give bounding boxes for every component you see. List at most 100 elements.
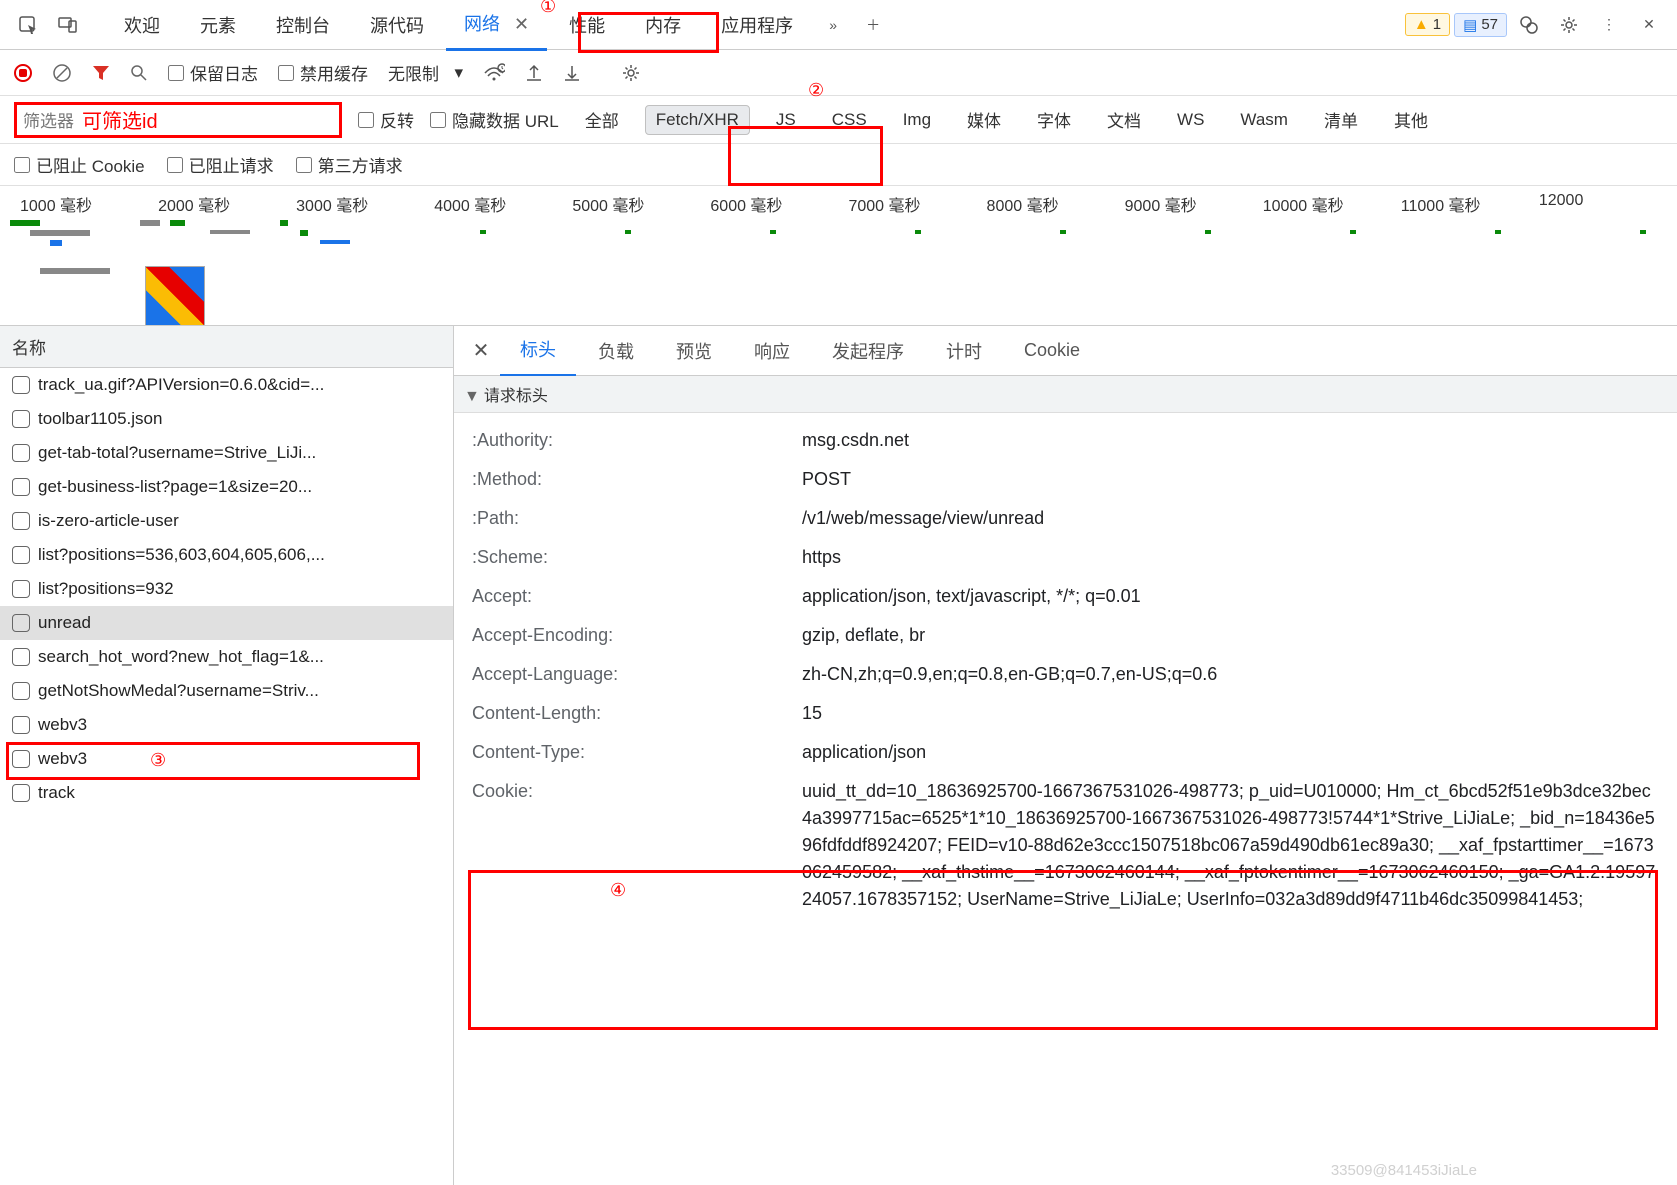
- request-row[interactable]: list?positions=932: [0, 572, 453, 606]
- search-icon[interactable]: [130, 64, 148, 82]
- export-icon[interactable]: [563, 64, 581, 82]
- tick: 11000 毫秒: [1401, 192, 1539, 216]
- filter-row: 筛选器 可筛选id 反转 隐藏数据 URL 全部 Fetch/XHR JS CS…: [0, 96, 1677, 144]
- type-js[interactable]: JS: [766, 106, 806, 134]
- tick: 5000 毫秒: [572, 192, 710, 216]
- header-row: Accept:application/json, text/javascript…: [472, 577, 1659, 616]
- device-toggle-icon[interactable]: [50, 7, 86, 43]
- preserve-log-checkbox[interactable]: 保留日志: [168, 60, 258, 85]
- close-details-icon[interactable]: ✕: [464, 338, 498, 363]
- tab-memory[interactable]: 内存: [627, 0, 699, 50]
- dtab-preview[interactable]: 预览: [656, 326, 732, 376]
- tick: 10000 毫秒: [1263, 192, 1401, 216]
- message-badge[interactable]: ▤57: [1454, 13, 1507, 37]
- tab-application[interactable]: 应用程序: [703, 0, 811, 50]
- request-list: track_ua.gif?APIVersion=0.6.0&cid=...too…: [0, 368, 453, 810]
- type-media[interactable]: 媒体: [957, 103, 1011, 136]
- tab-performance[interactable]: 性能: [551, 0, 623, 50]
- filter-input[interactable]: 筛选器 可筛选id: [14, 102, 342, 138]
- clear-icon[interactable]: [52, 63, 72, 83]
- type-fetch-xhr[interactable]: Fetch/XHR: [645, 105, 750, 135]
- type-ws[interactable]: WS: [1167, 106, 1214, 134]
- tab-network[interactable]: 网络 ✕: [446, 0, 547, 51]
- tab-sources[interactable]: 源代码: [352, 0, 442, 50]
- type-manifest[interactable]: 清单: [1314, 103, 1368, 136]
- issues-icon[interactable]: [1511, 7, 1547, 43]
- type-other[interactable]: 其他: [1384, 103, 1438, 136]
- settings-icon[interactable]: [1551, 7, 1587, 43]
- request-list-header: 名称: [0, 326, 453, 368]
- warning-badge[interactable]: ▲1: [1405, 13, 1450, 36]
- tick: 2000 毫秒: [158, 192, 296, 216]
- timeline-thumbnail: [145, 266, 205, 326]
- kebab-menu-icon[interactable]: ⋮: [1591, 7, 1627, 43]
- disable-cache-checkbox[interactable]: 禁用缓存: [278, 60, 368, 85]
- dtab-response[interactable]: 响应: [734, 326, 810, 376]
- request-row[interactable]: track: [0, 776, 453, 810]
- blocked-request-checkbox[interactable]: 已阻止请求: [167, 152, 274, 177]
- import-icon[interactable]: [525, 64, 543, 82]
- invert-checkbox[interactable]: 反转: [358, 107, 414, 132]
- add-tab-icon[interactable]: ＋: [855, 7, 891, 43]
- request-row[interactable]: webv3: [0, 742, 453, 776]
- request-row[interactable]: get-business-list?page=1&size=20...: [0, 470, 453, 504]
- header-row: Cookie:uuid_tt_dd=10_18636925700-1667367…: [472, 772, 1659, 919]
- tab-welcome[interactable]: 欢迎: [106, 0, 178, 50]
- more-tabs-icon[interactable]: »: [815, 7, 851, 43]
- inspect-icon[interactable]: [10, 7, 46, 43]
- header-row: Content-Type:application/json: [472, 733, 1659, 772]
- tab-elements[interactable]: 元素: [182, 0, 254, 50]
- type-css[interactable]: CSS: [822, 106, 877, 134]
- file-icon: [12, 784, 30, 802]
- network-conditions-icon[interactable]: [483, 63, 505, 83]
- throttle-select[interactable]: 无限制 ▾: [388, 60, 463, 85]
- type-img[interactable]: Img: [893, 106, 941, 134]
- filter-icon[interactable]: [92, 64, 110, 82]
- type-all[interactable]: 全部: [575, 103, 629, 136]
- file-icon: [12, 580, 30, 598]
- request-row[interactable]: search_hot_word?new_hot_flag=1&...: [0, 640, 453, 674]
- file-icon: [12, 376, 30, 394]
- dtab-cookies[interactable]: Cookie: [1004, 328, 1100, 373]
- blocked-cookie-checkbox[interactable]: 已阻止 Cookie: [14, 152, 145, 177]
- collapse-triangle-icon: ▼: [464, 388, 480, 405]
- dtab-initiator[interactable]: 发起程序: [812, 326, 924, 376]
- request-row[interactable]: webv3: [0, 708, 453, 742]
- header-name: Accept:: [472, 583, 802, 610]
- request-row[interactable]: list?positions=536,603,604,605,606,...: [0, 538, 453, 572]
- dtab-headers[interactable]: 标头: [500, 324, 576, 377]
- close-icon[interactable]: ✕: [504, 14, 529, 34]
- request-row[interactable]: get-tab-total?username=Strive_LiJi...: [0, 436, 453, 470]
- tick: 3000 毫秒: [296, 192, 434, 216]
- timeline-overview[interactable]: 1000 毫秒 2000 毫秒 3000 毫秒 4000 毫秒 5000 毫秒 …: [0, 186, 1677, 326]
- request-row[interactable]: is-zero-article-user: [0, 504, 453, 538]
- request-name: toolbar1105.json: [38, 409, 162, 429]
- type-font[interactable]: 字体: [1027, 103, 1081, 136]
- hide-data-url-checkbox[interactable]: 隐藏数据 URL: [430, 107, 559, 132]
- header-row: :Scheme:https: [472, 538, 1659, 577]
- record-button[interactable]: [14, 64, 32, 82]
- header-name: :Path:: [472, 505, 802, 532]
- annotation-label-4: ④: [610, 880, 626, 901]
- dtab-payload[interactable]: 负载: [578, 326, 654, 376]
- request-row[interactable]: unread: [0, 606, 453, 640]
- type-wasm[interactable]: Wasm: [1230, 106, 1298, 134]
- request-row[interactable]: getNotShowMedal?username=Striv...: [0, 674, 453, 708]
- file-icon: [12, 512, 30, 530]
- settings-gear-icon[interactable]: [621, 63, 641, 83]
- request-headers-section[interactable]: ▼请求标头: [454, 376, 1677, 413]
- header-row: Content-Length:15: [472, 694, 1659, 733]
- request-row[interactable]: toolbar1105.json: [0, 402, 453, 436]
- blocked-request-label: 已阻止请求: [189, 152, 274, 177]
- filter-placeholder: 筛选器: [23, 107, 74, 132]
- request-row[interactable]: track_ua.gif?APIVersion=0.6.0&cid=...: [0, 368, 453, 402]
- tick: 8000 毫秒: [987, 192, 1125, 216]
- type-doc[interactable]: 文档: [1097, 103, 1151, 136]
- header-value: gzip, deflate, br: [802, 622, 1659, 649]
- dtab-timing[interactable]: 计时: [926, 326, 1002, 376]
- third-party-checkbox[interactable]: 第三方请求: [296, 152, 403, 177]
- message-icon: ▤: [1463, 16, 1477, 34]
- tab-console[interactable]: 控制台: [258, 0, 348, 50]
- close-devtools-icon[interactable]: ✕: [1631, 7, 1667, 43]
- blocked-row: 已阻止 Cookie 已阻止请求 第三方请求: [0, 144, 1677, 186]
